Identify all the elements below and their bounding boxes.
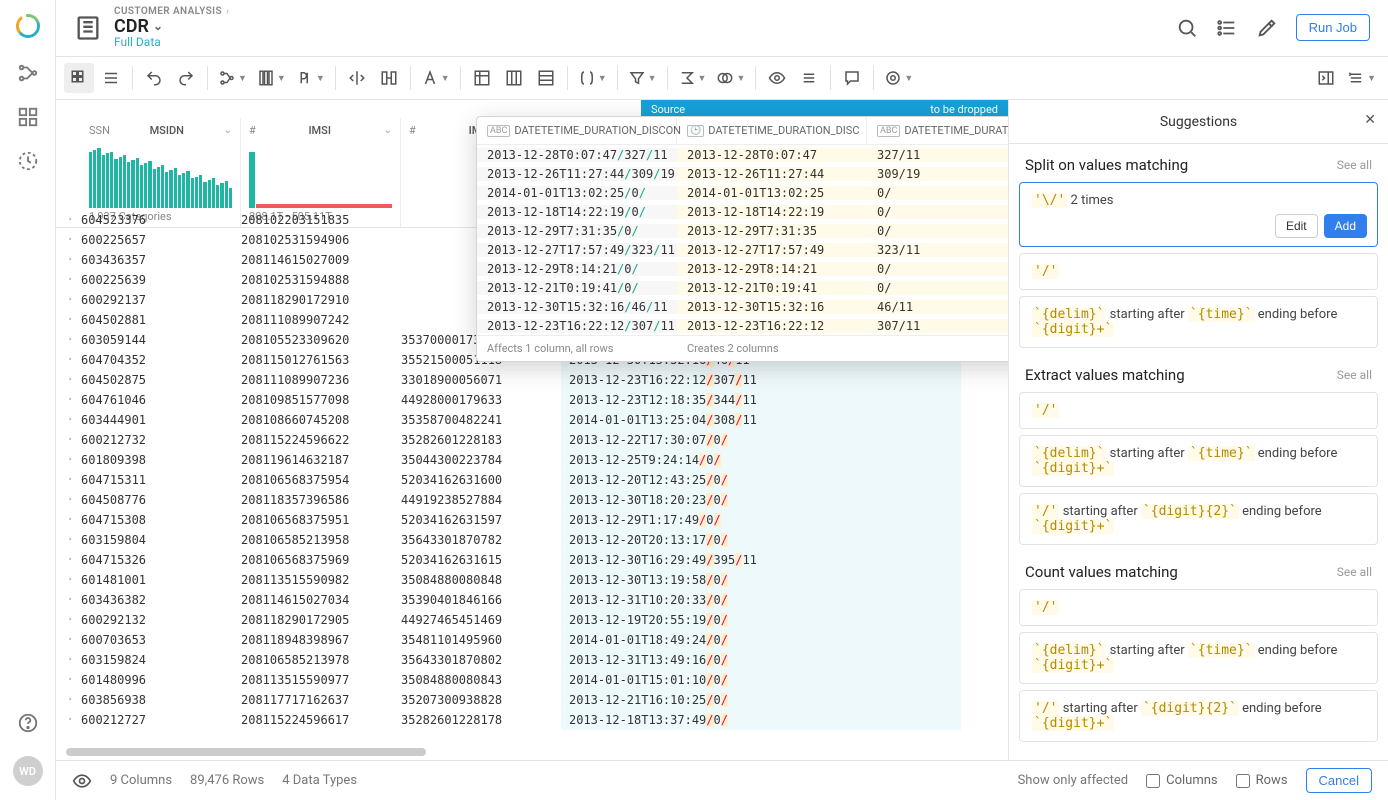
see-all-link[interactable]: See all — [1337, 565, 1372, 579]
see-all-link[interactable]: See all — [1337, 368, 1372, 382]
suggestions-panel: Suggestions ✕ Split on values matching Se… — [1008, 100, 1388, 760]
breadcrumb[interactable]: CUSTOMER ANALYSIS› — [114, 6, 233, 17]
suggestion-item[interactable]: '/' — [1019, 253, 1378, 290]
aggregate-button[interactable]: ▼ — [674, 63, 711, 93]
join-button[interactable]: ▼ — [712, 63, 749, 93]
table-row[interactable]: ·604715308208106568375951520341626315972… — [56, 510, 1008, 530]
table-row[interactable]: ·604761046208109851577098449280001796332… — [56, 390, 1008, 410]
table-row[interactable]: ·604508776208118357396586449192385278842… — [56, 490, 1008, 510]
checkbox-columns[interactable]: Columns — [1146, 773, 1218, 788]
table-row[interactable]: ·604715311208106568375954520341626316002… — [56, 470, 1008, 490]
view-list-button[interactable] — [96, 63, 126, 93]
clock-type-icon: 🕒 — [687, 125, 704, 137]
checkbox-rows[interactable]: Rows — [1236, 773, 1288, 788]
toolbar: ▼ ▼ ▼ ▼ ▼ ▼ ▼ ▼ ▼ — [56, 56, 1388, 100]
table-row[interactable]: ·603436382208114615027034353904018461662… — [56, 590, 1008, 610]
suggestion-item[interactable]: '/' — [1019, 392, 1378, 429]
table-row[interactable]: ·600212732208115224596622352826012281832… — [56, 430, 1008, 450]
page-header: CUSTOMER ANALYSIS› CDR⌄ Full Data Run Jo… — [56, 0, 1388, 56]
abc-type-icon: ABC — [877, 125, 900, 137]
suggestion-item[interactable]: `{delim}` starting after `{time}` ending… — [1019, 296, 1378, 348]
unpivot-button[interactable] — [499, 63, 529, 93]
edit-button[interactable]: Edit — [1275, 214, 1318, 238]
structure-button[interactable]: ▼ — [214, 63, 251, 93]
suggestion-item[interactable]: '/' — [1019, 589, 1378, 626]
table-row[interactable]: ·601480996208113515590977350848800808432… — [56, 670, 1008, 690]
suggestion-item[interactable]: `{delim}` starting after `{time}` ending… — [1019, 632, 1378, 684]
add-button[interactable]: Add — [1324, 214, 1367, 238]
table-row[interactable]: ·600212727208115224596617352826012281782… — [56, 710, 1008, 730]
see-all-link[interactable]: See all — [1337, 158, 1372, 172]
merge-cols-button[interactable] — [374, 63, 404, 93]
chevron-down-icon: ⌄ — [224, 125, 232, 136]
column-ops-button[interactable]: ▼ — [253, 63, 290, 93]
chevron-down-icon: ⌄ — [384, 125, 392, 136]
table-row[interactable]: ·601481001208113515590982350848800808482… — [56, 570, 1008, 590]
status-rows: 89,476 Rows — [190, 773, 264, 788]
search-icon[interactable] — [1176, 17, 1198, 39]
close-icon[interactable]: ✕ — [1364, 112, 1376, 128]
view-grid-button[interactable] — [64, 63, 94, 93]
pivot-button[interactable] — [467, 63, 497, 93]
suggestion-item[interactable]: '/' starting after `{digit}{2}` ending b… — [1019, 493, 1378, 545]
status-columns: 9 Columns — [110, 773, 172, 788]
suggestions-title: Suggestions — [1160, 114, 1237, 130]
horizontal-scrollbar[interactable] — [66, 748, 426, 756]
history-icon[interactable] — [17, 150, 39, 172]
suggestion-item[interactable]: '/' starting after `{digit}{2}` ending b… — [1019, 690, 1378, 742]
data-grid[interactable]: Source to be dropped SSNMSIDN⌄ 1,937 Cat… — [56, 100, 1008, 760]
suggestion-section-title: Count values matching — [1025, 563, 1178, 581]
table-row[interactable]: ·603444901208108660745208353587004822412… — [56, 410, 1008, 430]
dataset-icon — [74, 14, 102, 42]
suggestion-item[interactable]: '\/' 2 timesEditAdd — [1019, 182, 1378, 247]
table-row[interactable]: ·604502875208111089907236330189000560712… — [56, 370, 1008, 390]
eye-icon[interactable] — [72, 771, 92, 791]
cancel-button[interactable]: Cancel — [1306, 768, 1372, 793]
undo-button[interactable] — [139, 63, 169, 93]
status-bar: 9 Columns 89,476 Rows 4 Data Types Show … — [56, 760, 1388, 800]
table-row[interactable]: ·603856938208117717162637352073009388282… — [56, 690, 1008, 710]
status-affected-label: Show only affected — [1018, 773, 1129, 788]
panel-toggle-2-button[interactable]: ▼ — [1343, 63, 1380, 93]
target-button[interactable]: ▼ — [880, 63, 917, 93]
text-format-button[interactable]: ▼ — [417, 63, 454, 93]
grid-apps-icon[interactable] — [17, 106, 39, 128]
dataset-sub[interactable]: Full Data — [114, 36, 233, 49]
app-logo — [14, 12, 42, 40]
table-row[interactable]: ·600703653208118948398967354811014959602… — [56, 630, 1008, 650]
comment-button[interactable] — [837, 63, 867, 93]
lines-button[interactable] — [794, 63, 824, 93]
nest-button[interactable]: ▼ — [574, 63, 611, 93]
suggestion-section-title: Extract values matching — [1025, 366, 1185, 384]
table-row[interactable]: ·603159824208106585213978356433018708022… — [56, 650, 1008, 670]
preview-button[interactable] — [762, 63, 792, 93]
suggestion-item[interactable]: `{delim}` starting after `{time}` ending… — [1019, 435, 1378, 487]
avatar[interactable]: WD — [13, 756, 43, 786]
split-preview-popover: ABCDATETETIME_DURATION_DISCON 🕒DATETETIM… — [476, 116, 1008, 362]
recipe-list-icon[interactable] — [1216, 17, 1238, 39]
abc-type-icon: ABC — [487, 125, 510, 137]
format-button[interactable]: ▼ — [292, 63, 329, 93]
help-icon[interactable] — [17, 712, 39, 734]
transpose-button[interactable] — [531, 63, 561, 93]
status-types: 4 Data Types — [282, 773, 357, 788]
filter-button[interactable]: ▼ — [624, 63, 661, 93]
run-job-button[interactable]: Run Job — [1296, 14, 1370, 41]
table-row[interactable]: ·604715326208106568375969520341626316152… — [56, 550, 1008, 570]
caret-down-icon: ⌄ — [153, 20, 163, 33]
redo-button[interactable] — [171, 63, 201, 93]
color-picker-icon[interactable] — [1256, 17, 1278, 39]
table-row[interactable]: ·601809398208119614632187350443002237842… — [56, 450, 1008, 470]
table-row[interactable]: ·603159804208106585213958356433018707822… — [56, 530, 1008, 550]
suggestion-section-title: Split on values matching — [1025, 156, 1188, 174]
flow-icon[interactable] — [17, 62, 39, 84]
split-cols-button[interactable] — [342, 63, 372, 93]
table-row[interactable]: ·600292132208118290172905449274654514692… — [56, 610, 1008, 630]
dataset-name[interactable]: CDR⌄ — [114, 17, 233, 37]
panel-toggle-1-button[interactable] — [1311, 63, 1341, 93]
left-rail: WD — [0, 0, 56, 800]
